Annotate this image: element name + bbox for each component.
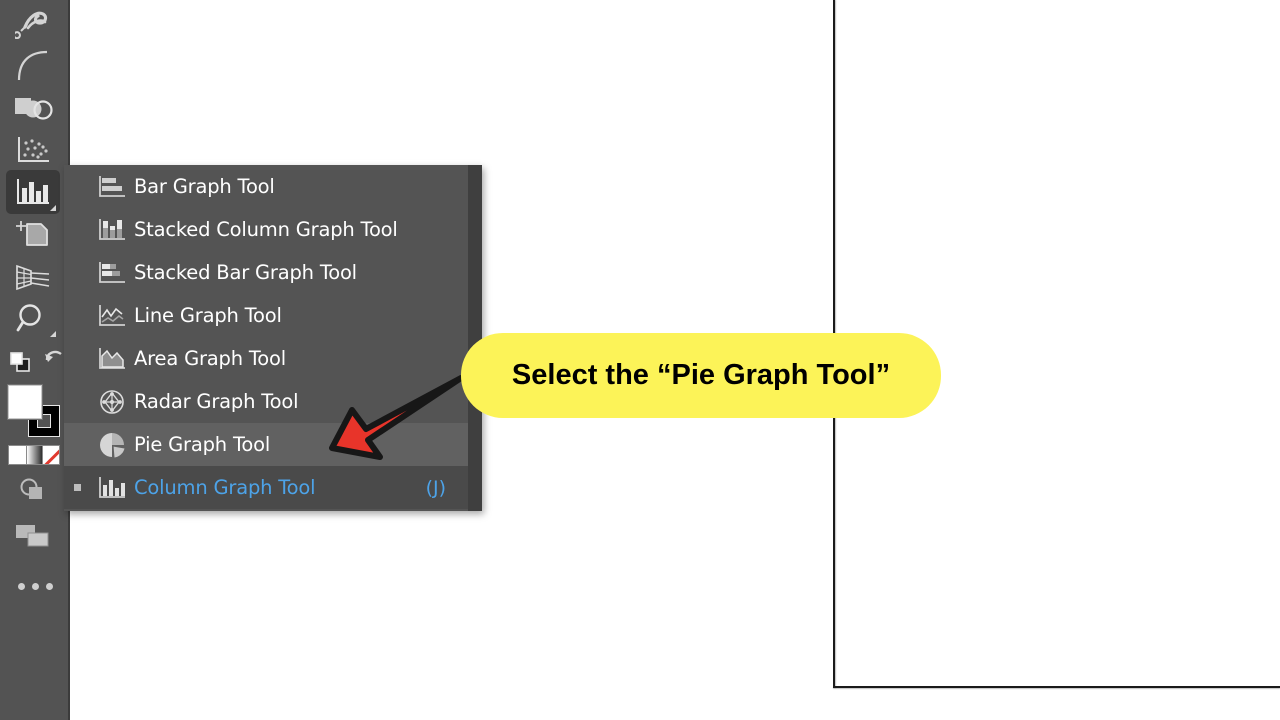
menu-item-stacked-bar-graph-tool[interactable]: Stacked Bar Graph Tool <box>64 251 468 294</box>
screen-mode-button[interactable] <box>6 514 60 558</box>
menu-item-label: Column Graph Tool <box>134 476 316 499</box>
scatter-graph-icon <box>15 135 51 165</box>
ellipsis-dot <box>46 583 53 590</box>
tool-scatter-graph[interactable] <box>6 128 60 172</box>
fill-stroke-controls[interactable] <box>8 385 60 437</box>
menu-item-label: Stacked Column Graph Tool <box>134 218 398 241</box>
menu-item-bar-graph-tool[interactable]: Bar Graph Tool <box>64 165 468 208</box>
draw-normal-icon <box>16 476 50 504</box>
ellipsis-dot <box>18 583 25 590</box>
perspective-grid-icon <box>13 260 53 292</box>
arc-icon <box>13 48 53 84</box>
menu-item-label: Area Graph Tool <box>134 347 286 370</box>
instruction-callout: Select the “Pie Graph Tool” <box>461 333 941 418</box>
fill-color-swatch[interactable] <box>8 385 42 419</box>
tool-group-indicator-icon <box>50 205 56 211</box>
tool-perspective-grid[interactable] <box>6 254 60 298</box>
drawing-mode-button[interactable] <box>6 468 60 512</box>
edit-toolbar-ellipsis-icon[interactable] <box>18 583 53 590</box>
column-graph-icon <box>90 475 134 501</box>
tools-panel[interactable] <box>0 0 70 720</box>
area-graph-icon <box>90 346 134 372</box>
menu-item-line-graph-tool[interactable]: Line Graph Tool <box>64 294 468 337</box>
magnifier-icon <box>15 302 51 334</box>
stacked-bar-graph-icon <box>90 260 134 286</box>
menu-item-label: Bar Graph Tool <box>134 175 275 198</box>
line-graph-icon <box>90 303 134 329</box>
shape-builder-icon <box>12 92 54 124</box>
tool-pencil[interactable] <box>6 2 60 46</box>
current-tool-marker <box>64 484 90 491</box>
tool-column-graph[interactable] <box>6 170 60 214</box>
gradient-mode-button[interactable] <box>25 446 43 464</box>
instruction-callout-text: Select the “Pie Graph Tool” <box>511 359 891 391</box>
tool-zoom[interactable] <box>6 296 60 340</box>
pie-graph-icon <box>90 431 134 459</box>
tool-group-indicator-icon <box>50 331 56 337</box>
artboard-bottom-edge <box>833 686 1280 688</box>
radar-graph-icon <box>90 388 134 416</box>
menu-item-label: Line Graph Tool <box>134 304 282 327</box>
pointer-arrow <box>329 375 464 460</box>
none-mode-button[interactable] <box>42 446 59 464</box>
menu-item-label: Stacked Bar Graph Tool <box>134 261 357 284</box>
change-screen-mode-icon <box>14 522 52 550</box>
ellipsis-dot <box>32 583 39 590</box>
swap-fill-stroke-icon[interactable] <box>44 347 62 365</box>
color-mode-button[interactable] <box>9 446 26 464</box>
artboard-icon <box>14 218 52 250</box>
column-graph-icon <box>14 176 52 208</box>
menu-item-stacked-column-graph-tool[interactable]: Stacked Column Graph Tool <box>64 208 468 251</box>
menu-item-shortcut: (J) <box>425 476 446 499</box>
tool-shape-builder[interactable] <box>6 86 60 130</box>
paint-mode-swatches[interactable] <box>8 445 60 465</box>
bar-graph-icon <box>90 174 134 200</box>
pencil-icon <box>15 9 51 39</box>
tool-artboard[interactable] <box>6 212 60 256</box>
stacked-column-graph-icon <box>90 217 134 243</box>
tool-arc[interactable] <box>6 44 60 88</box>
default-fill-stroke-icon[interactable] <box>10 352 30 372</box>
menu-item-column-graph-tool[interactable]: Column Graph Tool (J) <box>64 466 468 509</box>
